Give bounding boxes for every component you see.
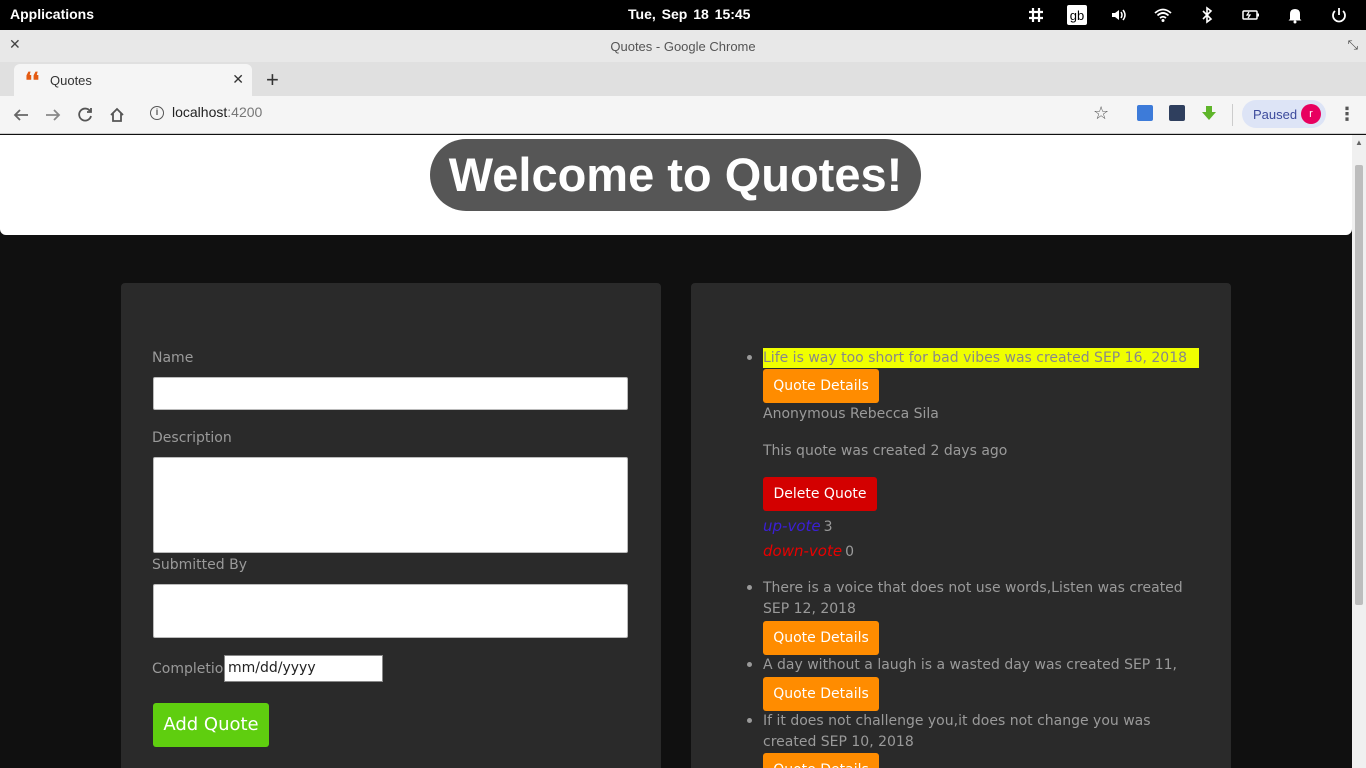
page-viewport: Welcome to Quotes! Name Description Subm… [0,135,1352,768]
system-top-bar: Applications Tue, Sep 18 15:45 gb [0,0,1366,30]
power-icon[interactable] [1329,5,1349,25]
quote-text: Life is way too short for bad vibes was … [763,348,1199,368]
add-quote-button[interactable]: Add Quote [153,703,269,747]
list-bullet [747,718,752,723]
address-bar[interactable]: i localhost:4200 [150,104,263,121]
completion-date-input[interactable]: mm/dd/yyyy [224,655,383,682]
system-tray: gb [1026,0,1366,30]
quote-details-button[interactable]: Quote Details [763,677,879,711]
page-title: Welcome to Quotes! [430,139,921,211]
quote-details-button[interactable]: Quote Details [763,369,879,403]
add-quote-form: Name Description Submitted By Completion… [121,283,661,768]
list-bullet [747,585,752,590]
quote-age: This quote was created 2 days ago [763,443,1008,459]
upvote-count: 3 [823,519,833,535]
window-title-bar: ✕ Quotes - Google Chrome ⤡ [0,30,1366,62]
description-label: Description [152,430,232,446]
keyboard-layout-indicator[interactable]: gb [1067,5,1087,25]
name-label: Name [152,350,194,366]
page-header: Welcome to Quotes! [0,135,1352,235]
url-host: localhost [172,104,228,120]
tab-strip: ❛❛ Quotes ✕ + [0,62,1366,96]
delete-quote-button[interactable]: Delete Quote [763,477,877,511]
scroll-up-arrow-icon[interactable]: ▲ [1355,138,1363,147]
tab-label: Quotes [50,73,92,88]
page-scrollbar[interactable]: ▲ [1352,135,1366,768]
submitted-by-textarea[interactable] [153,584,628,638]
quote-favicon-icon: ❛❛ [25,68,40,94]
battery-icon[interactable] [1241,5,1261,25]
volume-icon[interactable] [1109,5,1129,25]
applications-menu[interactable]: Applications [10,6,94,22]
quotes-list-card: Life is way too short for bad vibes was … [691,283,1231,768]
home-icon[interactable] [106,104,128,126]
back-arrow-icon[interactable] [10,104,32,126]
downvote-button[interactable]: down-vote [763,542,842,560]
profile-button[interactable]: Paused r [1242,100,1326,128]
profile-status: Paused [1253,107,1298,122]
description-textarea[interactable] [153,457,628,553]
bluetooth-icon[interactable] [1197,5,1217,25]
scrollbar-thumb[interactable] [1355,165,1363,605]
quote-text: If it does not challenge you,it does not… [763,713,1151,750]
tab-close-icon[interactable]: ✕ [232,71,244,88]
quote-details-button[interactable]: Quote Details [763,621,879,655]
wifi-icon[interactable] [1153,5,1173,25]
quote-author: Anonymous Rebecca Sila [763,406,939,422]
extension-dev-icon[interactable] [1169,105,1185,121]
downvote-count: 0 [845,544,854,560]
bookmark-star-icon[interactable]: ☆ [1093,103,1109,124]
upvote-row: up-vote 3 [763,517,833,535]
forward-arrow-icon[interactable] [42,104,64,126]
new-tab-plus-icon[interactable]: + [266,67,279,93]
url-port: :4200 [227,104,263,120]
profile-avatar: r [1301,104,1321,124]
upvote-button[interactable]: up-vote [763,517,821,535]
chrome-menu-icon[interactable]: ⋮ [1338,104,1356,125]
extension-download-icon[interactable] [1201,105,1217,121]
list-bullet [747,662,752,667]
submitted-by-label: Submitted By [152,557,247,573]
downvote-row: down-vote 0 [763,542,854,560]
tab-quotes[interactable]: ❛❛ Quotes ✕ [14,64,252,96]
network-settings-icon[interactable] [1026,5,1046,25]
browser-toolbar: i localhost:4200 ☆ Paused r ⋮ [0,96,1366,134]
site-info-icon[interactable]: i [150,106,164,121]
quote-details-button[interactable]: Quote Details [763,753,879,768]
window-title: Quotes - Google Chrome [610,39,756,54]
completion-label: Completion [152,661,233,677]
toolbar-separator [1232,104,1233,126]
quote-text: There is a voice that does not use words… [763,580,1183,617]
name-input[interactable] [153,377,628,410]
extension-window-icon[interactable] [1137,105,1153,121]
window-restore-icon[interactable]: ⤡ [1348,37,1358,53]
list-bullet [747,355,752,360]
notifications-bell-icon[interactable] [1285,5,1305,25]
system-clock[interactable]: Tue, Sep 18 15:45 [628,6,750,22]
reload-icon[interactable] [74,104,96,126]
